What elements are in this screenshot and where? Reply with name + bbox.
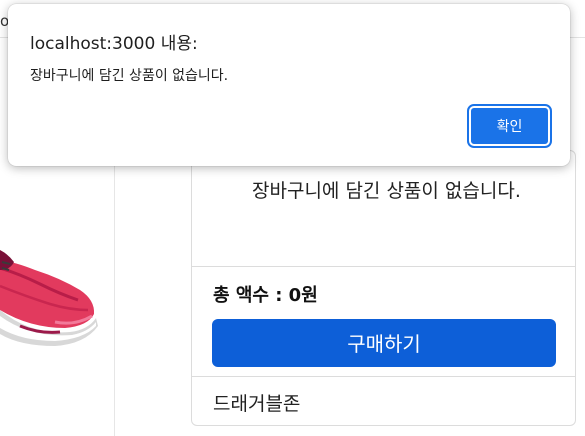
alert-title: localhost:3000 내용:: [30, 34, 198, 54]
alert-ok-button[interactable]: 확인: [467, 104, 552, 148]
alert-message: 장바구니에 담긴 상품이 없습니다.: [30, 68, 229, 84]
shoe-product-image[interactable]: [0, 240, 100, 360]
buy-button[interactable]: 구매하기: [212, 319, 556, 367]
draggable-zone[interactable]: 드래거블존: [213, 389, 300, 416]
cart-empty-message: 장바구니에 담긴 상품이 없습니다.: [252, 180, 521, 202]
alert-dialog: localhost:3000 내용: 장바구니에 담긴 상품이 없습니다. 확인: [8, 4, 570, 166]
page: o. 장바구니에 담긴 상품이 없습니다. 총 액수 : 0원 구매하기 드래거…: [0, 0, 585, 436]
cart-total: 총 액수 : 0원: [213, 285, 318, 306]
cart-panel: 장바구니에 담긴 상품이 없습니다. 총 액수 : 0원 구매하기 드래거블존: [191, 150, 576, 426]
divider: [192, 266, 575, 267]
divider: [192, 376, 575, 377]
